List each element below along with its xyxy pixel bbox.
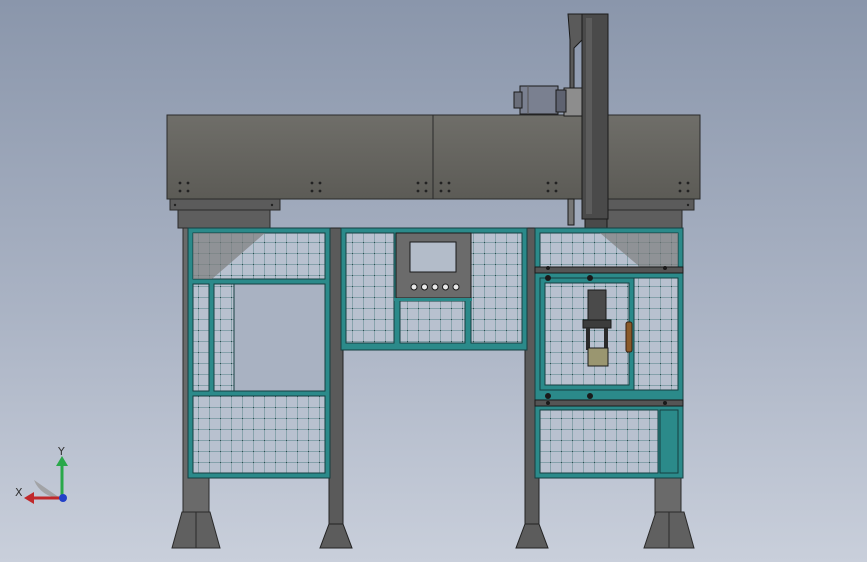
panel-button	[410, 283, 418, 291]
machine-drawing: Y X	[15, 13, 701, 549]
right-guard-frame	[534, 227, 684, 479]
panel-button	[421, 283, 428, 291]
panel-button	[442, 283, 449, 291]
hmi-screen	[409, 241, 457, 273]
left-guard-frame	[187, 227, 331, 479]
x-axis-label: X	[15, 486, 23, 499]
panel-button	[431, 283, 439, 291]
center-control-panel	[340, 227, 528, 351]
axis-triad: Y X	[15, 445, 68, 504]
door-handle	[625, 321, 633, 353]
y-axis-label: Y	[57, 445, 65, 458]
panel-button	[452, 283, 460, 291]
cad-viewport[interactable]: Y X	[0, 0, 867, 562]
servo-motor	[513, 85, 567, 115]
gantry-beam	[166, 114, 701, 229]
